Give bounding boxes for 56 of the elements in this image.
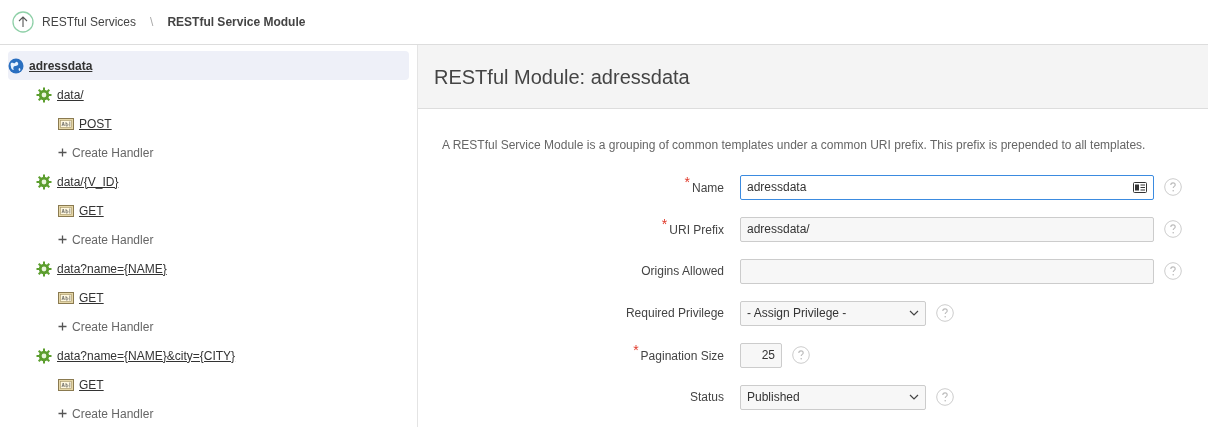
tree-link[interactable]: data?name={NAME}&city={CITY} xyxy=(57,346,236,365)
gear-icon xyxy=(36,86,52,103)
help-icon xyxy=(1164,220,1182,238)
tree-link[interactable]: GET xyxy=(79,201,104,220)
help-icon xyxy=(936,304,954,322)
required-asterisk: * xyxy=(684,173,690,190)
required-asterisk: * xyxy=(633,341,639,358)
plus-icon xyxy=(58,235,67,244)
gear-icon xyxy=(36,260,52,277)
chevron-down-icon xyxy=(909,310,919,316)
plus-icon xyxy=(58,409,67,418)
plus-icon xyxy=(58,148,67,157)
help-icon xyxy=(936,388,954,406)
description-text: A RESTful Service Module is a grouping of common templates under a common URI prefix. This prefix is prepended to all templates. xyxy=(441,137,1147,154)
tree-link[interactable]: data/ xyxy=(57,85,84,104)
text-field-icon xyxy=(58,204,74,217)
create-handler-link[interactable]: Create Handler xyxy=(72,143,154,162)
tree-link[interactable]: data?name={NAME} xyxy=(57,259,167,278)
input-field[interactable]: adressdata/ xyxy=(740,216,1154,242)
help-icon xyxy=(1164,262,1182,280)
field-label: Origins Allowed xyxy=(641,264,724,278)
chevron-down-icon xyxy=(909,394,919,400)
tree-link[interactable]: GET xyxy=(79,375,104,394)
tree-link[interactable]: data/{V_ID} xyxy=(57,172,119,191)
field-label: Status xyxy=(689,390,724,404)
contact-card-icon xyxy=(1133,181,1147,193)
plus-icon xyxy=(58,322,67,331)
field-label: URI Prefix xyxy=(669,222,724,237)
help-icon xyxy=(792,346,810,364)
tree-link[interactable]: GET xyxy=(79,288,104,307)
tree-link[interactable]: POST xyxy=(79,114,112,133)
create-handler-link[interactable]: Create Handler xyxy=(72,230,154,249)
text-field-icon xyxy=(58,378,74,391)
input-field[interactable] xyxy=(740,258,1154,284)
help-icon xyxy=(1164,178,1182,196)
gear-icon xyxy=(36,173,52,190)
create-handler-link[interactable]: Create Handler xyxy=(72,404,154,423)
tree-link[interactable]: adressdata xyxy=(29,56,93,75)
breadcrumb-separator: \ xyxy=(150,14,154,31)
field-label: Name xyxy=(692,180,724,195)
panel-title: RESTful Module: adressdata xyxy=(434,64,690,90)
create-handler-link[interactable]: Create Handler xyxy=(72,317,154,336)
text-field-icon xyxy=(58,291,74,304)
globe-icon xyxy=(8,57,24,74)
number-field[interactable]: 25 xyxy=(740,342,782,368)
breadcrumb-current: RESTful Service Module xyxy=(167,14,306,31)
breadcrumb-link[interactable]: RESTful Services xyxy=(42,13,137,31)
field-label: Pagination Size xyxy=(640,348,724,363)
input-field[interactable]: adressdata xyxy=(740,174,1154,200)
field-label: Required Privilege xyxy=(625,306,724,320)
text-field-icon xyxy=(58,117,74,130)
required-asterisk: * xyxy=(661,215,668,232)
dropdown-select[interactable]: Published xyxy=(740,384,926,410)
gear-icon xyxy=(36,347,52,364)
dropdown-select[interactable]: - Assign Privilege - xyxy=(740,300,926,326)
tree-row-highlight[interactable]: adressdata xyxy=(8,51,409,80)
